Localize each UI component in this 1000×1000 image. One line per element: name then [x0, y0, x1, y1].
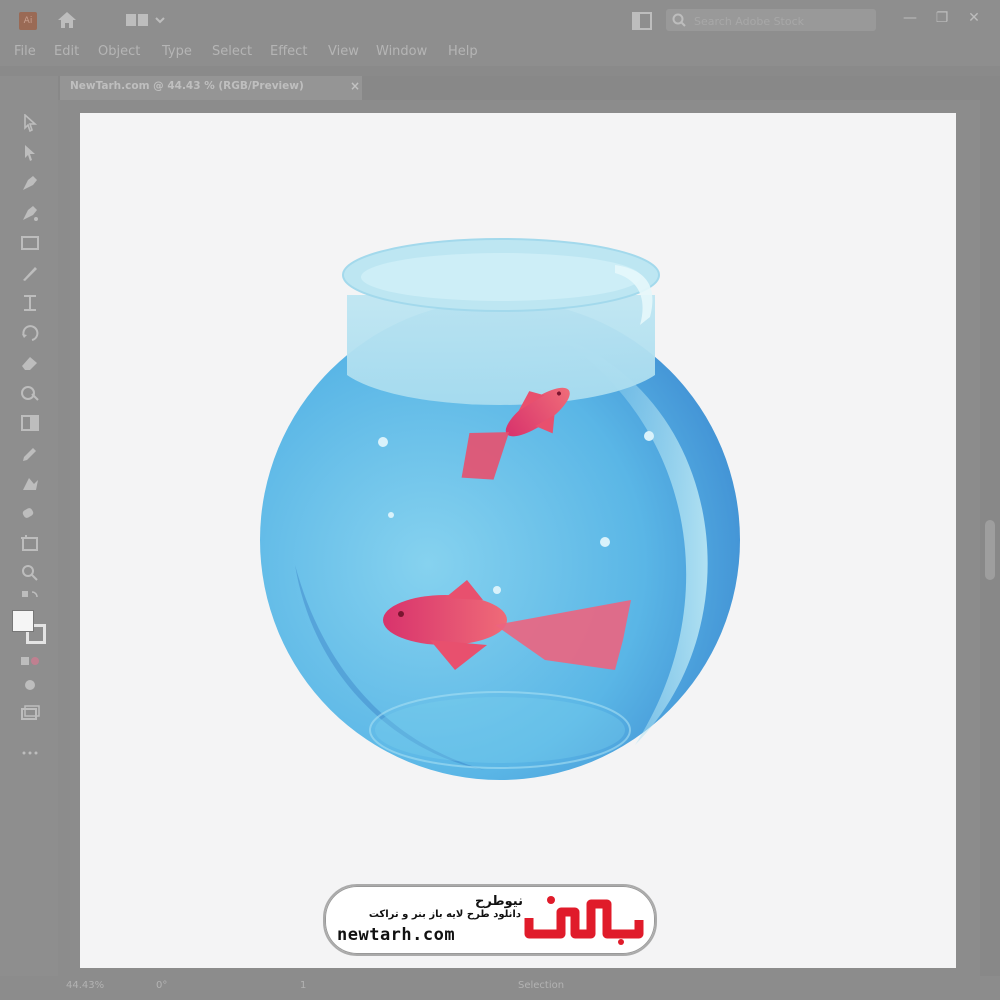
status-bar: 44.43% 0° 1 Selection	[0, 976, 1000, 1000]
close-window-button[interactable]: ✕	[964, 8, 984, 28]
zoom-tool-icon[interactable]	[20, 564, 40, 582]
bowl-opening	[361, 253, 641, 301]
search-input[interactable]	[692, 12, 871, 30]
watermark-logo	[524, 896, 644, 945]
arrange-documents-icon[interactable]	[632, 12, 652, 30]
rotate-tool-icon[interactable]	[20, 324, 40, 342]
eyedropper-tool-icon[interactable]	[20, 444, 40, 462]
bowl-base-glow	[375, 697, 625, 763]
symbol-sprayer-tool-icon[interactable]	[20, 474, 40, 492]
blend-tool-icon[interactable]	[20, 504, 40, 522]
bubble	[600, 537, 610, 547]
direct-selection-tool-icon[interactable]	[20, 144, 40, 162]
draw-mode-icon[interactable]	[20, 676, 40, 694]
zoom-level[interactable]: 44.43%	[66, 980, 104, 994]
app-logo: Ai	[19, 12, 37, 30]
stock-search[interactable]	[666, 9, 876, 31]
artboard-number[interactable]: 1	[300, 980, 306, 994]
search-icon	[672, 13, 686, 27]
bubble	[493, 586, 501, 594]
home-icon[interactable]	[56, 10, 78, 30]
restore-button[interactable]: ❐	[932, 8, 952, 28]
close-tab-icon[interactable]: ×	[350, 79, 360, 93]
fishbowl-illustration[interactable]	[255, 225, 755, 785]
width-tool-icon[interactable]	[20, 294, 40, 312]
fill-stroke-widget[interactable]	[12, 610, 46, 644]
document-tab-title: NewTarh.com @ 44.43 % (RGB/Preview)	[70, 80, 304, 92]
current-tool[interactable]: Selection	[518, 980, 564, 994]
menu-edit[interactable]: Edit	[54, 44, 79, 59]
document-tab[interactable]: NewTarh.com @ 44.43 % (RGB/Preview) ×	[60, 76, 362, 100]
menu-effect[interactable]: Effect	[270, 44, 307, 59]
menu-object[interactable]: Object	[98, 44, 140, 59]
menu-view[interactable]: View	[328, 44, 359, 59]
bubble	[644, 431, 654, 441]
watermark-subtitle: دانلود طرح لایه باز بنر و تراکت	[368, 909, 521, 920]
pen-tool-icon[interactable]	[20, 174, 40, 192]
document-tab-bar: NewTarh.com @ 44.43 % (RGB/Preview) ×	[58, 76, 1000, 100]
fill-swatch[interactable]	[12, 610, 34, 632]
rotation-value[interactable]: 0°	[156, 980, 167, 994]
shape-builder-tool-icon[interactable]	[20, 384, 40, 402]
screen-mode-icon[interactable]	[20, 704, 40, 722]
control-bar	[0, 66, 1000, 76]
paintbrush-tool-icon[interactable]	[20, 264, 40, 282]
tools-panel	[0, 76, 58, 976]
eraser-tool-icon[interactable]	[20, 354, 40, 372]
menu-bar: File Edit Object Type Select Effect View…	[0, 40, 1000, 66]
menu-file[interactable]: File	[14, 44, 36, 59]
artboard-tool-icon[interactable]	[20, 534, 40, 552]
color-mode-icon[interactable]	[20, 652, 40, 670]
more-tools-icon[interactable]	[20, 744, 40, 762]
menu-select[interactable]: Select	[212, 44, 252, 59]
bubble	[378, 437, 388, 447]
watermark-banner: نیوطرح دانلود طرح لایه باز بنر و تراکت n…	[323, 884, 657, 956]
gradient-tool-icon[interactable]	[20, 414, 40, 432]
title-bar: Ai — ❐ ✕	[0, 0, 1000, 40]
minimize-button[interactable]: —	[900, 8, 920, 28]
menu-help[interactable]: Help	[448, 44, 478, 59]
bubble	[388, 512, 394, 518]
menu-type[interactable]: Type	[162, 44, 192, 59]
curvature-tool-icon[interactable]	[20, 204, 40, 222]
watermark-title: نیوطرح	[474, 894, 523, 909]
rectangle-tool-icon[interactable]	[20, 234, 40, 252]
watermark-url: newtarh.com	[337, 925, 456, 945]
scrollbar-thumb[interactable]	[985, 520, 995, 580]
menu-window[interactable]: Window	[376, 44, 427, 59]
swap-fill-stroke-icon[interactable]	[20, 588, 40, 606]
workspace-switcher-icon[interactable]	[124, 12, 168, 28]
selection-tool-icon[interactable]	[20, 114, 40, 132]
vertical-scrollbar[interactable]	[980, 100, 1000, 976]
